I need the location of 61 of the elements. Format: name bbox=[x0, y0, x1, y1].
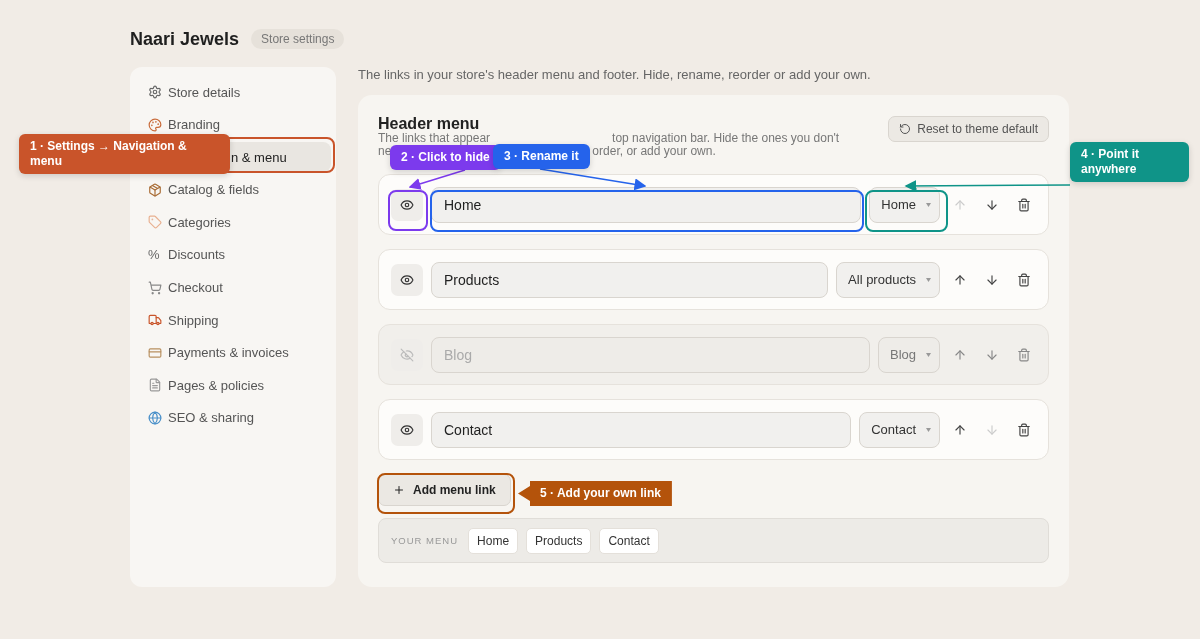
sidebar-item[interactable]: Store details bbox=[139, 77, 331, 107]
section-title: Header menu bbox=[378, 115, 481, 133]
trash-icon bbox=[1017, 422, 1031, 437]
reset-icon bbox=[899, 123, 912, 135]
tag-icon bbox=[148, 215, 162, 230]
caret-icon bbox=[926, 427, 931, 432]
page-badge: Store settings bbox=[251, 29, 345, 49]
callout-tooltip: 5 · Add your own link bbox=[518, 481, 672, 506]
menu-chip: Contact bbox=[599, 527, 659, 554]
store-name: Naari Jewels bbox=[130, 28, 240, 50]
description-text: The links that appear bbox=[378, 132, 491, 145]
caret-icon bbox=[926, 277, 931, 282]
package-icon bbox=[148, 182, 162, 197]
sidebar-item[interactable]: Payments & invoices bbox=[139, 337, 331, 368]
plus-icon bbox=[393, 484, 405, 496]
trash-icon bbox=[1017, 197, 1031, 212]
sidebar-item[interactable]: Categories bbox=[139, 207, 331, 238]
intro-text: The links in your store's header menu and footer. Hide, rename, reorder or add your own. bbox=[358, 67, 872, 81]
menu-chip: Home bbox=[468, 527, 519, 554]
visibility-toggle[interactable] bbox=[391, 413, 423, 446]
menu-chip: Products bbox=[526, 527, 592, 554]
cart-icon bbox=[148, 280, 162, 295]
callout-tooltip: 4 · Point it anywhere bbox=[1070, 142, 1189, 182]
link-name-field[interactable]: Home bbox=[431, 186, 862, 223]
sidebar-item[interactable]: SEO & sharing bbox=[139, 402, 331, 433]
card-icon bbox=[148, 345, 162, 360]
trash-icon bbox=[1017, 347, 1031, 362]
preview-label: YOUR MENU bbox=[391, 535, 459, 546]
callout-tooltip: 1 · Settings → Navigation & menu bbox=[19, 134, 230, 174]
caret-icon bbox=[926, 352, 931, 357]
gear-icon bbox=[148, 85, 162, 99]
link-name-field[interactable]: Contact bbox=[431, 411, 852, 448]
link-name-field[interactable]: Products bbox=[431, 261, 829, 298]
eye-off-icon bbox=[400, 347, 414, 362]
palette-icon bbox=[148, 117, 162, 132]
page-icon bbox=[148, 378, 162, 393]
add-link-button[interactable]: Add menu link bbox=[378, 474, 511, 506]
link-target-select[interactable]: Home bbox=[869, 186, 940, 223]
link-target-select[interactable]: Contact bbox=[859, 411, 940, 448]
trash-icon bbox=[1017, 272, 1031, 287]
sidebar-item[interactable]: Shipping bbox=[139, 305, 331, 336]
pointer-arrow bbox=[408, 169, 466, 190]
sidebar-item[interactable]: Catalog & fields bbox=[139, 174, 331, 205]
reset-button[interactable]: Reset to theme default bbox=[888, 116, 1049, 142]
eye-icon[interactable] bbox=[400, 197, 414, 212]
sidebar-item[interactable]: Pages & policies bbox=[139, 370, 331, 401]
eye-icon[interactable] bbox=[400, 272, 414, 287]
globe-icon bbox=[148, 410, 162, 425]
caret-icon bbox=[926, 202, 931, 207]
link-target-select[interactable]: All products bbox=[836, 261, 940, 298]
sidebar-item[interactable]: % Discounts bbox=[139, 239, 331, 270]
truck-icon bbox=[148, 313, 162, 328]
visibility-toggle[interactable] bbox=[391, 263, 423, 296]
eye-icon[interactable] bbox=[400, 422, 414, 437]
callout-tooltip: 3 · Rename it bbox=[493, 144, 590, 169]
link-target-select[interactable]: Blog bbox=[877, 336, 940, 373]
visibility-toggle[interactable] bbox=[391, 188, 423, 221]
highlight-frame bbox=[388, 190, 428, 231]
sidebar-item[interactable]: Checkout bbox=[139, 272, 331, 303]
description-text: order, or add your own. bbox=[592, 145, 716, 158]
description-text: top navigation bar. Hide the ones you don't bbox=[612, 132, 840, 145]
